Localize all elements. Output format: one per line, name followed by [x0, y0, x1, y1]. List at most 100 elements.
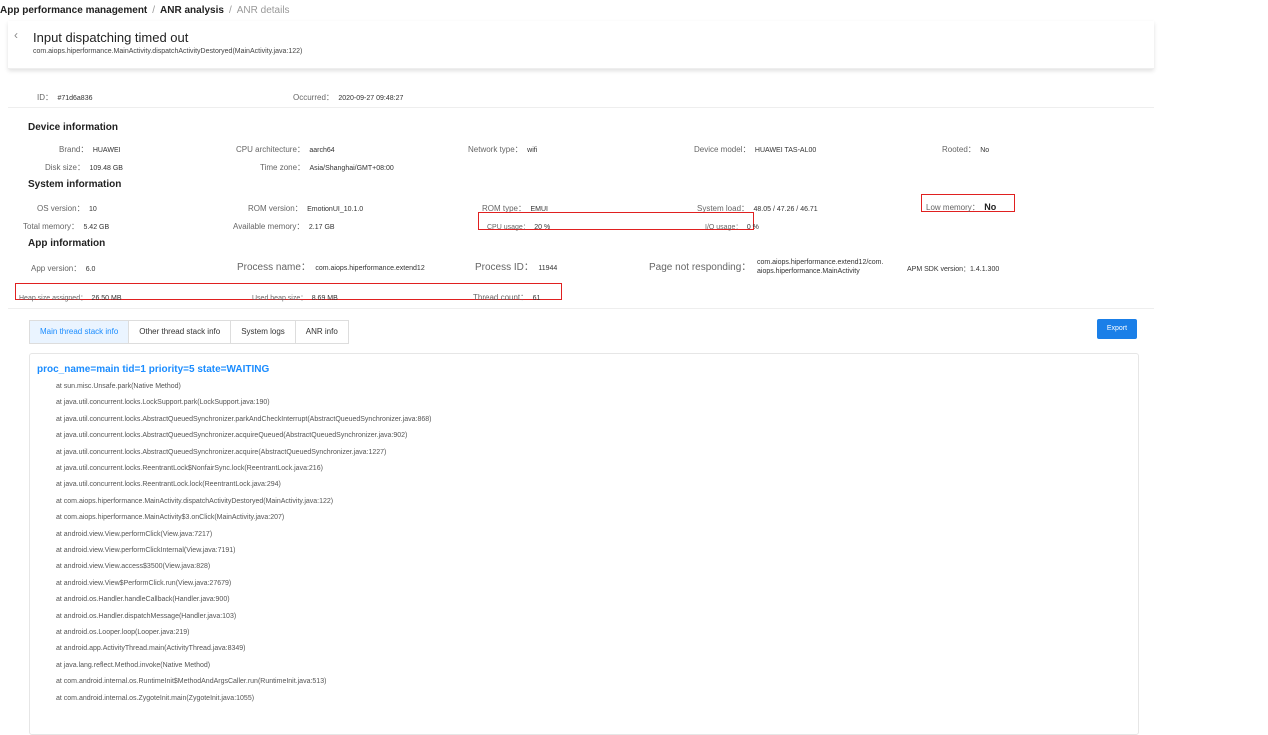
device-model-field: Device model： HUAWEI TAS-AL00 — [694, 139, 816, 157]
timezone-field: Time zone： Asia/Shanghai/GMT+08:00 — [260, 157, 394, 175]
occurred-label: Occurred： — [293, 93, 334, 102]
tab-other-thread-stack[interactable]: Other thread stack info — [129, 321, 232, 343]
stack-frame-line: at com.android.internal.os.ZygoteInit.ma… — [56, 694, 255, 702]
rooted-value: No — [980, 147, 990, 154]
process-id-label: Process ID： — [475, 262, 534, 273]
id-value: #71d6a836 — [57, 95, 93, 102]
thread-count-label: Thread count： — [473, 293, 529, 302]
heap-assigned-field: Heap size assigned： 26.50 MB — [19, 287, 122, 305]
total-memory-label: Total memory： — [23, 222, 80, 231]
device-model-value: HUAWEI TAS-AL00 — [754, 147, 817, 154]
system-load-value: 48.05 / 47.26 / 46.71 — [753, 206, 818, 213]
stack-frame-line: at android.app.ActivityThread.main(Activ… — [56, 645, 246, 653]
rooted-label: Rooted： — [942, 145, 976, 154]
stack-frame-line: at com.aiops.hiperformance.MainActivity$… — [56, 514, 285, 522]
total-memory-value: 5.42 GB — [83, 224, 110, 231]
export-button[interactable]: Export — [1097, 319, 1137, 339]
tab-system-logs[interactable]: System logs — [231, 321, 296, 343]
low-memory-value: No — [984, 202, 997, 212]
divider — [8, 308, 1154, 309]
device-model-label: Device model： — [694, 145, 751, 154]
id-label: ID： — [37, 93, 53, 102]
anr-details-page: App performance management / ANR analysis /… — [0, 0, 1155, 735]
rom-version-field: ROM version： EmotionUI_10.1.0 — [248, 198, 363, 216]
process-name-label: Process name： — [237, 262, 311, 273]
disk-size-label: Disk size： — [45, 163, 86, 172]
heap-assigned-label: Heap size assigned： — [19, 295, 88, 302]
divider — [8, 107, 1154, 108]
brand-field: Brand： HUAWEI — [59, 139, 121, 157]
stack-frame-line: at java.util.concurrent.locks.AbstractQu… — [56, 448, 387, 456]
stack-frame-line: at android.os.Handler.handleCallback(Han… — [56, 596, 230, 604]
stack-frame-line: at android.view.View$PerformClick.run(Vi… — [56, 579, 232, 587]
used-heap-label: Used heap size： — [252, 295, 308, 302]
breadcrumb-separator: / — [228, 5, 232, 16]
breadcrumb-separator: / — [152, 5, 156, 16]
stack-frame-line: at android.os.Handler.dispatchMessage(Ha… — [56, 612, 237, 620]
stack-frame-line: at android.view.View.access$3500(View.ja… — [56, 563, 211, 571]
stack-frame-line: at java.util.concurrent.locks.AbstractQu… — [56, 432, 408, 440]
page-not-responding-label: Page not responding： — [649, 262, 752, 273]
rooted-field: Rooted： No — [942, 139, 989, 157]
low-memory-label: Low memory： — [926, 203, 980, 212]
id-field: ID： #71d6a836 — [37, 87, 93, 105]
available-memory-field: Available memory： 2.17 GB — [233, 216, 335, 234]
network-label: Network type： — [468, 145, 523, 154]
low-memory-field: Low memory： No — [926, 197, 996, 215]
available-memory-label: Available memory： — [233, 222, 305, 231]
app-version-field: App version： 6.0 — [31, 258, 95, 276]
io-usage-field: I/O usage： 0 % — [705, 216, 759, 234]
device-info-heading: Device information — [28, 122, 119, 133]
app-version-label: App version： — [31, 264, 82, 273]
cpu-usage-field: CPU usage： 20 % — [487, 216, 550, 234]
stack-frame-line: at sun.misc.Unsafe.park(Native Method) — [56, 383, 181, 390]
breadcrumb-app-performance[interactable]: App performance management — [0, 5, 147, 16]
stack-frame-line: at java.util.concurrent.locks.LockSuppor… — [56, 399, 270, 407]
tab-anr-info[interactable]: ANR info — [295, 321, 348, 343]
system-info-heading: System information — [28, 179, 122, 190]
os-version-label: OS version： — [37, 204, 85, 213]
apm-sdk-value: 1.4.1.300 — [970, 266, 1000, 273]
rom-version-label: ROM version： — [248, 204, 303, 213]
page-not-responding-value-line2: aiops.hiperformance.MainActivity — [757, 268, 860, 275]
rom-version-value: EmotionUI_10.1.0 — [307, 206, 364, 213]
page-subtitle: com.aiops.hiperformance.MainActivity.dis… — [33, 48, 303, 55]
used-heap-field: Used heap size： 8.69 MB — [252, 287, 338, 305]
cpu-arch-label: CPU architecture： — [236, 145, 305, 154]
disk-size-field: Disk size： 109.48 GB — [45, 157, 123, 175]
page-not-responding-value-line1: com.aiops.hiperformance.extend12/com. — [757, 259, 884, 266]
stack-tabs: Main thread stack info Other thread stac… — [29, 320, 349, 344]
stack-frame-line: at java.lang.reflect.Method.invoke(Nativ… — [56, 661, 211, 669]
timezone-value: Asia/Shanghai/GMT+08:00 — [309, 165, 394, 172]
tab-main-thread-stack[interactable]: Main thread stack info — [30, 321, 130, 343]
process-id-field: Process ID： 11944 — [475, 257, 557, 275]
os-version-field: OS version： 10 — [37, 198, 97, 216]
io-usage-value: 0 % — [746, 224, 759, 231]
thread-count-field: Thread count： 61 — [473, 287, 540, 305]
timezone-label: Time zone： — [260, 163, 306, 172]
brand-label: Brand： — [59, 145, 89, 154]
process-name-field: Process name： com.aiops.hiperformance.ex… — [237, 257, 425, 275]
cpu-arch-value: aarch64 — [309, 147, 335, 154]
process-id-value: 11944 — [538, 265, 558, 272]
stack-frame-line: at android.os.Looper.loop(Looper.java:21… — [56, 629, 190, 636]
breadcrumb-anr-details: ANR details — [236, 5, 290, 16]
app-version-value: 6.0 — [85, 266, 96, 273]
breadcrumb: App performance management / ANR analysis /… — [0, 5, 290, 16]
stack-frame-line: at com.android.internal.os.RuntimeInit$M… — [56, 678, 327, 686]
stack-frame-line: at java.util.concurrent.locks.ReentrantL… — [56, 465, 323, 472]
cpu-arch-field: CPU architecture： aarch64 — [236, 139, 335, 157]
stack-frame-line: at java.util.concurrent.locks.ReentrantL… — [56, 481, 281, 489]
back-chevron-icon[interactable]: ‹ — [14, 28, 18, 42]
cpu-usage-label: CPU usage： — [487, 224, 530, 231]
brand-value: HUAWEI — [92, 147, 121, 154]
available-memory-value: 2.17 GB — [308, 224, 335, 231]
app-info-heading: App information — [28, 238, 106, 249]
occurred-value: 2020-09-27 09:48:27 — [338, 95, 404, 102]
io-usage-label: I/O usage： — [705, 224, 743, 231]
process-name-value: com.aiops.hiperformance.extend12 — [315, 265, 425, 272]
stack-thread-header: proc_name=main tid=1 priority=5 state=WA… — [37, 364, 270, 375]
total-memory-field: Total memory： 5.42 GB — [23, 216, 109, 234]
stack-frame-line: at android.view.View.performClickInterna… — [56, 547, 236, 554]
breadcrumb-anr-analysis[interactable]: ANR analysis — [160, 5, 224, 16]
